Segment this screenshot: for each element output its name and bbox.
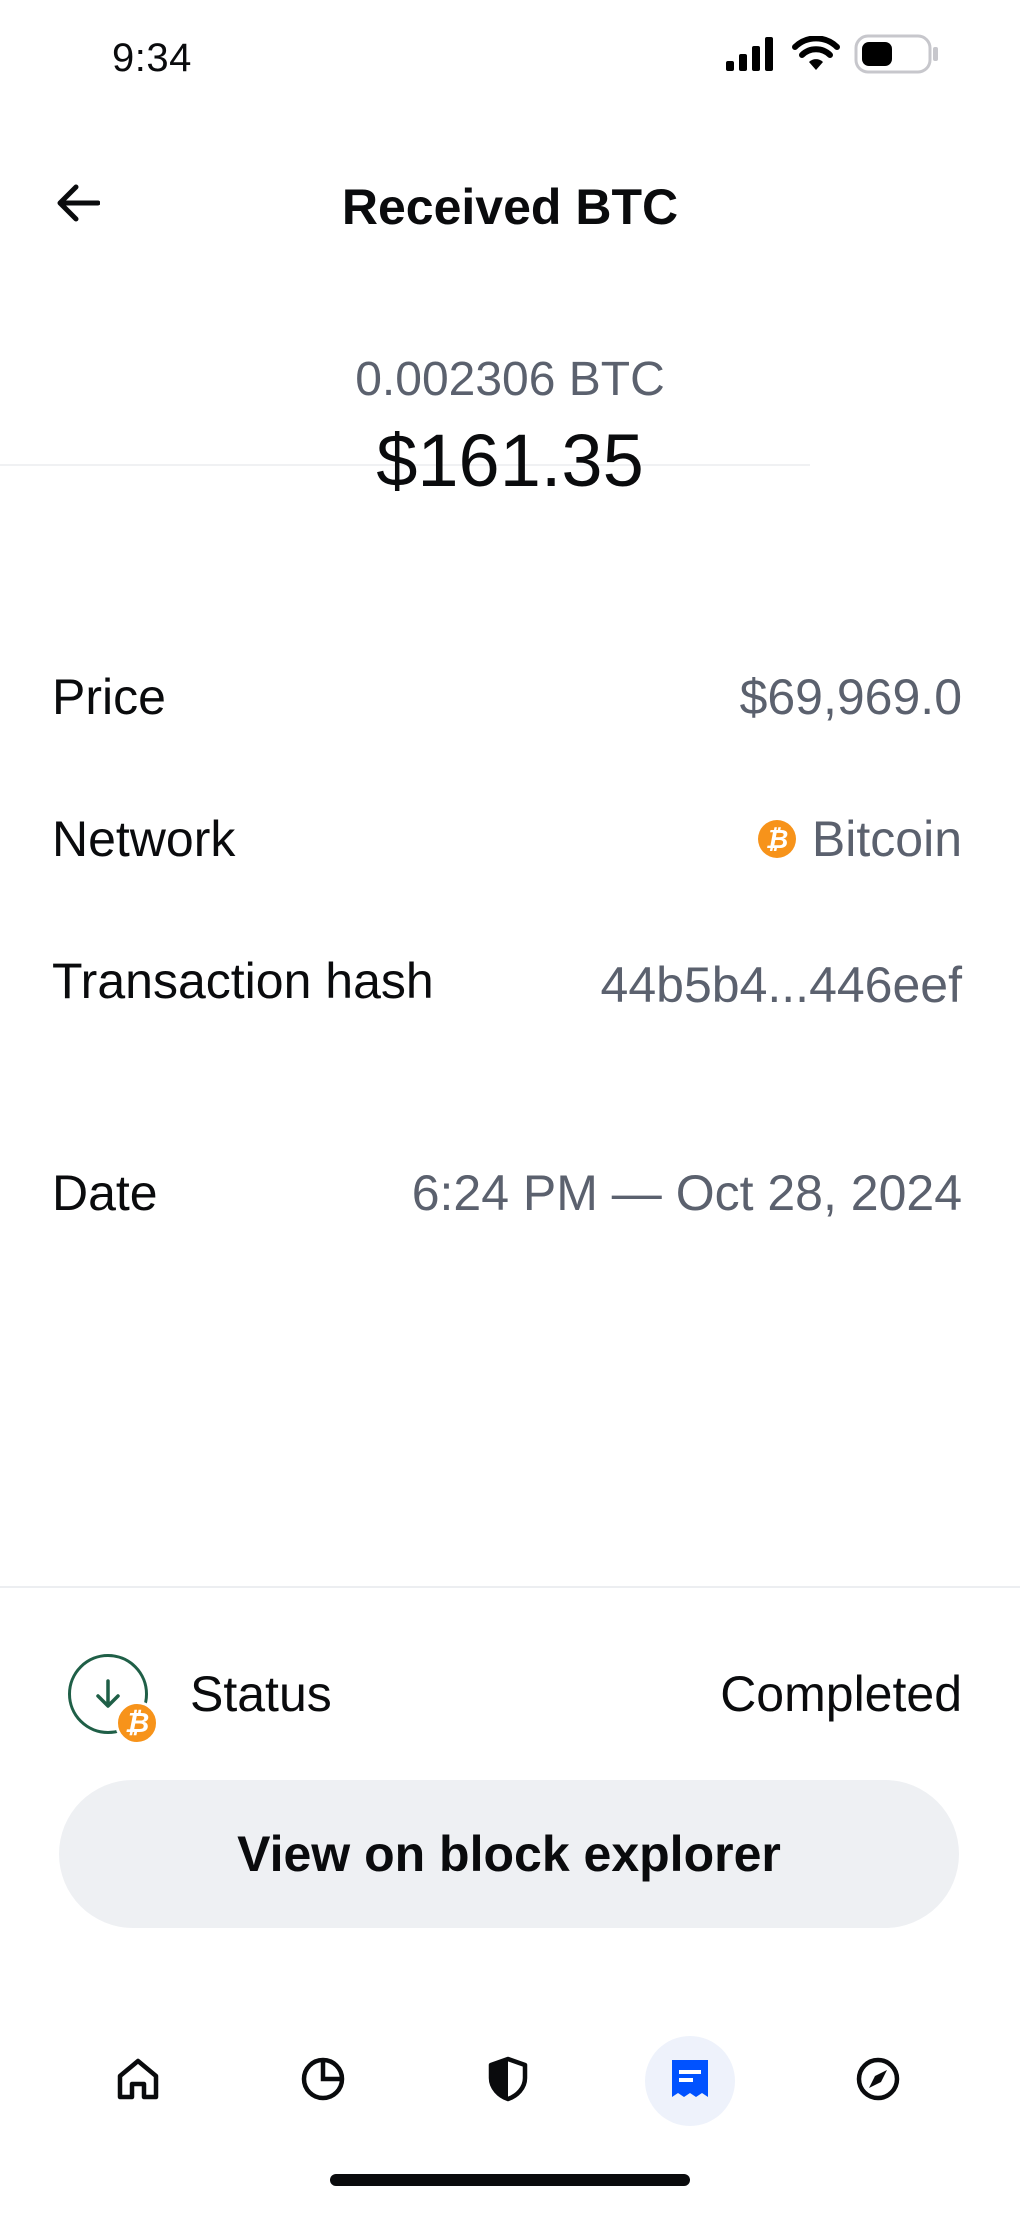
section-divider	[0, 1586, 1020, 1588]
date-label: Date	[52, 1165, 158, 1221]
battery-icon	[854, 34, 940, 79]
bitcoin-icon: ₿	[757, 820, 796, 858]
home-icon	[114, 2055, 162, 2108]
date-row: Date 6:24 PM — Oct 28, 2024	[52, 1164, 962, 1222]
status-bar-icons	[726, 34, 940, 79]
compass-icon	[854, 2055, 902, 2108]
status-value: Completed	[720, 1666, 962, 1722]
signal-icon	[726, 36, 778, 76]
crypto-amount: 0.002306 BTC	[355, 353, 665, 406]
nav-portfolio[interactable]	[278, 2036, 368, 2126]
status-label: Status	[190, 1666, 332, 1722]
receipt-icon	[667, 2056, 713, 2107]
bottom-nav	[0, 2036, 1020, 2126]
status-row: ₿ Status Completed	[68, 1644, 962, 1745]
price-label: Price	[52, 669, 166, 725]
header: Received BTC	[0, 150, 1020, 260]
nav-explore[interactable]	[833, 2036, 923, 2126]
shield-icon	[484, 2055, 532, 2108]
price-row: Price $69,969.0	[52, 668, 962, 726]
status-bar-time: 9:34	[112, 36, 192, 80]
page-title: Received BTC	[341, 179, 679, 235]
pie-chart-icon	[299, 2055, 347, 2108]
status-bar: 9:34	[0, 0, 1020, 115]
transaction-hash-row: Transaction hash 44b5b4...446eef	[52, 952, 962, 1018]
network-label: Network	[52, 811, 236, 867]
network-value: Bitcoin	[811, 811, 962, 867]
nav-home[interactable]	[93, 2036, 183, 2126]
bitcoin-icon: ₿	[115, 1701, 159, 1745]
nav-security[interactable]	[463, 2036, 553, 2126]
fiat-amount: $161.35	[376, 419, 644, 502]
transaction-hash-value[interactable]: 44b5b4...446eef	[582, 952, 962, 1018]
transaction-hash-label: Transaction hash	[52, 953, 434, 1009]
nav-transactions[interactable]	[645, 2036, 735, 2126]
home-indicator	[330, 2174, 690, 2186]
network-value-group: ₿ Bitcoin	[757, 810, 962, 868]
network-row: Network ₿ Bitcoin	[52, 810, 962, 868]
receive-arrow-icon: ₿	[68, 1654, 159, 1745]
date-value: 6:24 PM — Oct 28, 2024	[411, 1165, 962, 1221]
view-on-block-explorer-button[interactable]: View on block explorer	[59, 1780, 959, 1928]
price-value: $69,969.0	[739, 669, 962, 725]
wifi-icon	[792, 34, 840, 77]
